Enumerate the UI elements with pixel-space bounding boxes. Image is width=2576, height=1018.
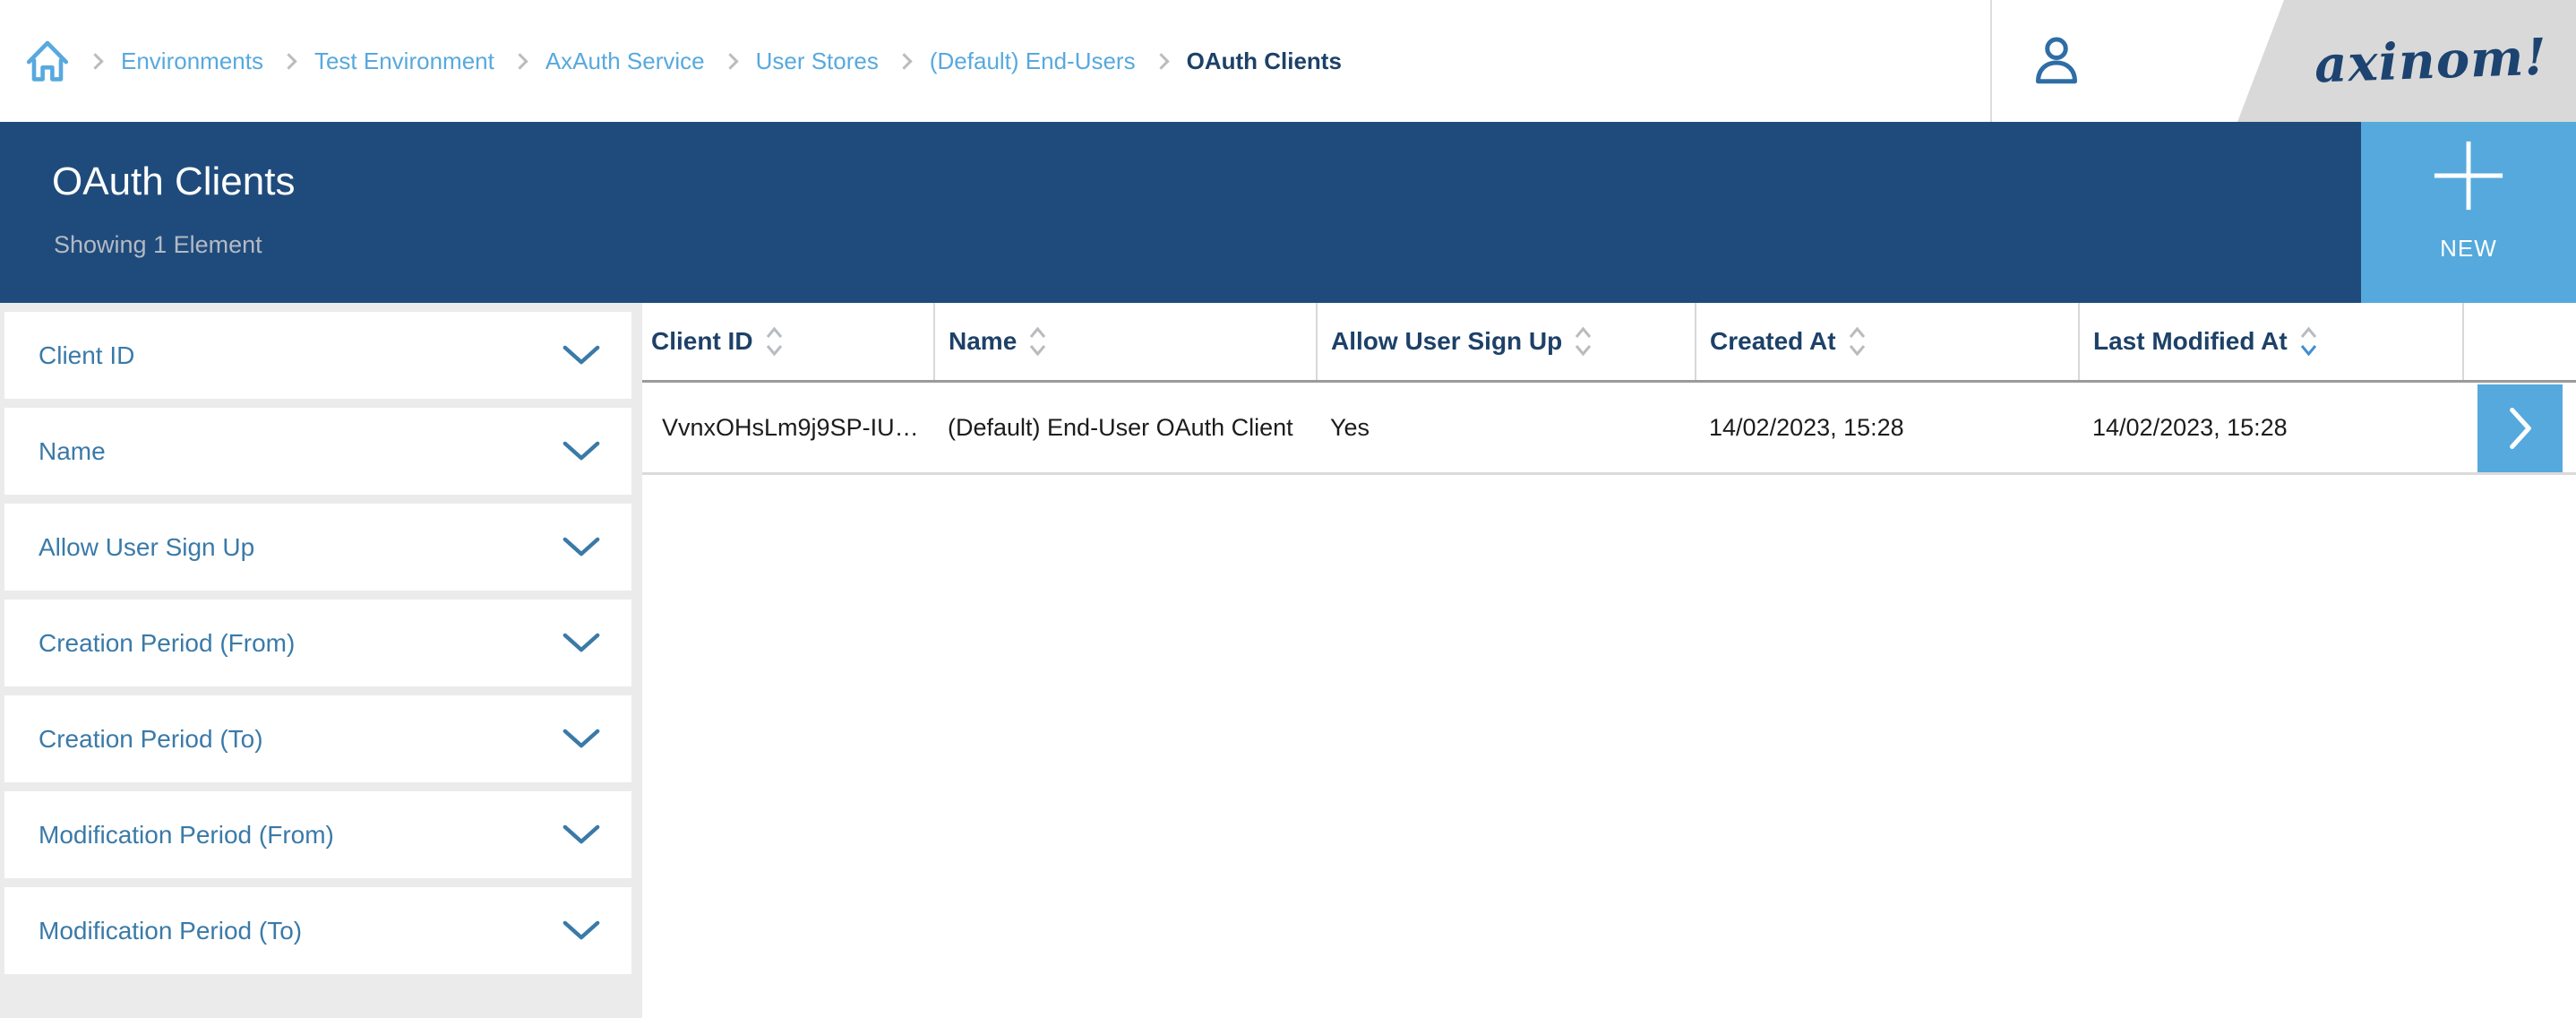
cell-client-id: VvnxOHsLm9j9SP-IU…	[642, 383, 935, 472]
chevron-right-icon	[511, 53, 528, 69]
cell-created-at: 14/02/2023, 15:28	[1696, 383, 2080, 472]
filter-label: Modification Period (To)	[39, 917, 302, 945]
column-label: Name	[949, 327, 1017, 356]
chevron-down-icon	[562, 824, 601, 846]
sort-up-down-icon	[1574, 325, 1593, 358]
table-row[interactable]: VvnxOHsLm9j9SP-IU… (Default) End-User OA…	[642, 383, 2576, 475]
chevron-right-icon	[722, 53, 738, 69]
cell-last-modified-at: 14/02/2023, 15:28	[2080, 383, 2464, 472]
chevron-down-icon	[562, 344, 601, 367]
filter-label: Modification Period (From)	[39, 821, 334, 850]
chevron-right-icon	[896, 53, 912, 69]
sort-up-down-icon	[1028, 325, 1047, 358]
chevron-down-icon	[562, 440, 601, 462]
axinom-logo: axinom!	[2237, 0, 2576, 122]
column-label: Allow User Sign Up	[1331, 327, 1562, 356]
chevron-right-icon	[87, 53, 103, 69]
chevron-down-icon	[562, 536, 601, 558]
breadcrumb-item-test-environment[interactable]: Test Environment	[314, 47, 494, 75]
chevron-down-icon	[562, 728, 601, 750]
column-label: Last Modified At	[2093, 327, 2288, 356]
breadcrumb: Environments Test Environment AxAuth Ser…	[25, 0, 1342, 122]
column-header-created-at[interactable]: Created At	[1696, 303, 2080, 380]
chevron-right-icon	[280, 53, 296, 69]
breadcrumb-item-default-end-users[interactable]: (Default) End-Users	[930, 47, 1136, 75]
page-title: OAuth Clients	[52, 160, 295, 204]
chevron-down-icon	[562, 632, 601, 654]
column-header-actions	[2464, 303, 2576, 380]
chevron-down-icon	[562, 919, 601, 942]
filter-modification-period-from[interactable]: Modification Period (From)	[4, 791, 631, 878]
filter-label: Allow User Sign Up	[39, 533, 254, 562]
filter-client-id[interactable]: Client ID	[4, 312, 631, 399]
sort-up-down-icon	[1848, 325, 1867, 358]
column-header-client-id[interactable]: Client ID	[642, 303, 935, 380]
sort-up-down-icon	[765, 325, 784, 358]
column-label: Client ID	[651, 327, 753, 356]
breadcrumb-item-user-stores[interactable]: User Stores	[756, 47, 879, 75]
filter-label: Name	[39, 437, 106, 466]
oauth-clients-table: Client ID Name Allow User Sign Up Create…	[642, 303, 2576, 1018]
plus-icon	[2431, 138, 2506, 213]
column-header-name[interactable]: Name	[935, 303, 1318, 380]
page-subtitle: Showing 1 Element	[54, 231, 262, 259]
breadcrumb-item-axauth-service[interactable]: AxAuth Service	[545, 47, 705, 75]
filter-label: Client ID	[39, 341, 134, 370]
page-header: OAuth Clients	[0, 122, 2576, 303]
chevron-right-icon	[2509, 406, 2532, 451]
filter-label: Creation Period (To)	[39, 725, 263, 754]
breadcrumb-item-environments[interactable]: Environments	[121, 47, 263, 75]
filter-label: Creation Period (From)	[39, 629, 295, 658]
home-icon[interactable]	[25, 38, 70, 84]
oauth-clients-page: Environments Test Environment AxAuth Ser…	[0, 0, 2576, 1018]
chevron-right-icon	[1153, 53, 1169, 69]
cell-allow-user-sign-up: Yes	[1318, 383, 1696, 472]
row-open-button[interactable]	[2477, 384, 2563, 472]
cell-name: (Default) End-User OAuth Client	[935, 383, 1318, 472]
filter-name[interactable]: Name	[4, 408, 631, 495]
user-icon[interactable]	[2030, 32, 2083, 90]
filter-creation-period-to[interactable]: Creation Period (To)	[4, 695, 631, 782]
column-header-last-modified-at[interactable]: Last Modified At	[2080, 303, 2464, 380]
column-header-allow-user-sign-up[interactable]: Allow User Sign Up	[1318, 303, 1696, 380]
filter-allow-user-sign-up[interactable]: Allow User Sign Up	[4, 504, 631, 591]
topbar: Environments Test Environment AxAuth Ser…	[0, 0, 2576, 122]
sort-up-down-icon	[2299, 325, 2318, 358]
axinom-logo-text: axinom!	[2314, 27, 2548, 94]
new-button-label: NEW	[2440, 235, 2497, 263]
column-label: Created At	[1710, 327, 1836, 356]
table-header-row: Client ID Name Allow User Sign Up Create…	[642, 303, 2576, 383]
breadcrumb-item-oauth-clients-current: OAuth Clients	[1187, 47, 1342, 75]
filter-creation-period-from[interactable]: Creation Period (From)	[4, 600, 631, 686]
filter-modification-period-to[interactable]: Modification Period (To)	[4, 887, 631, 974]
filter-sidebar: Client ID Name Allow User Sign Up Creati…	[0, 303, 642, 1018]
new-button[interactable]: NEW	[2361, 122, 2576, 303]
topbar-divider	[1990, 0, 1992, 122]
